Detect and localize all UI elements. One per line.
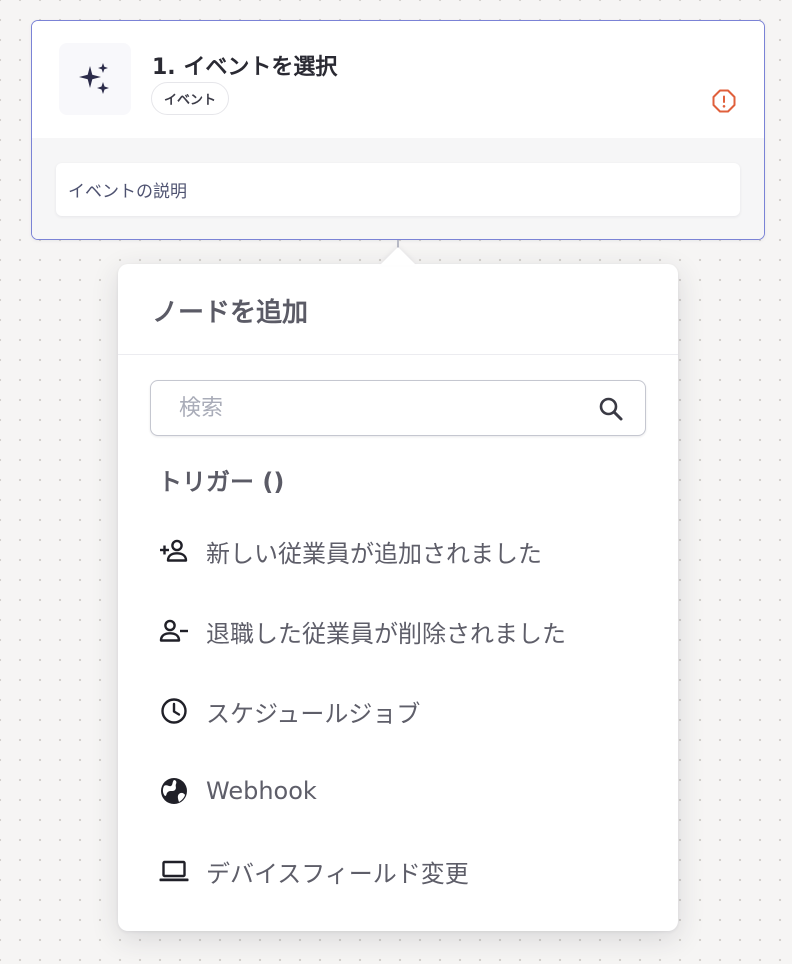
menu-item-employee-removed[interactable]: 退職した従業員が削除されました [142,601,654,661]
laptop-icon [158,855,190,887]
node-type-badge: イベント [151,82,230,115]
search-box[interactable] [150,380,646,436]
trigger-section-label: トリガー () [158,468,285,496]
menu-item-label: デバイスフィールド変更 [206,859,469,888]
person-remove-icon [158,615,190,647]
menu-item-label: スケジュールジョブ [206,699,421,728]
menu-item-device-field-change[interactable]: デバイスフィールド変更 [142,841,654,901]
search-icon[interactable] [597,395,625,423]
add-node-popup: ノードを追加 トリガー () 新しい従業員が追加されました [118,264,678,931]
clock-icon [158,695,190,727]
node-header: 1. イベントを選択 イベント [32,21,764,138]
popup-divider [118,354,678,355]
globe-icon [158,775,190,807]
node-body: イベントの説明 [32,138,764,239]
popup-title: ノードを追加 [152,298,309,328]
search-input[interactable] [179,389,579,427]
menu-item-scheduled-job[interactable]: スケジュールジョブ [142,681,654,741]
menu-item-label: Webhook [206,777,317,805]
node-title: 1. イベントを選択 [152,55,338,80]
menu-item-webhook[interactable]: Webhook [142,761,654,821]
event-node-card[interactable]: 1. イベントを選択 イベント イベントの説明 [31,20,765,240]
menu-item-label: 退職した従業員が削除されました [206,619,566,648]
menu-item-employee-added[interactable]: 新しい従業員が追加されました [142,521,654,581]
popup-arrow [380,247,416,265]
person-add-icon [158,535,190,567]
sparkles-icon [79,63,109,94]
warning-icon[interactable] [712,89,736,113]
node-description[interactable]: イベントの説明 [56,163,740,216]
node-icon-box [59,43,131,115]
menu-item-label: 新しい従業員が追加されました [206,539,542,568]
